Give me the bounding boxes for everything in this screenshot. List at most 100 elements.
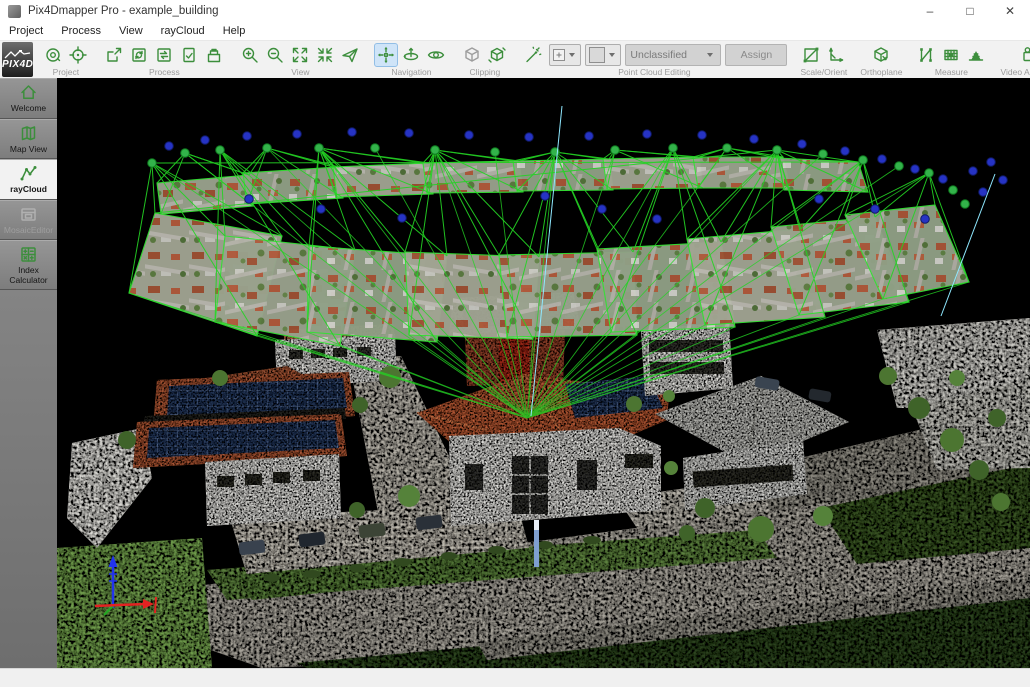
- crosshair-icon: [68, 45, 88, 65]
- menu-help[interactable]: Help: [214, 25, 255, 37]
- menu-raycloud[interactable]: rayCloud: [152, 25, 214, 37]
- sidebar-item-label: rayCloud: [10, 184, 47, 194]
- selection-mode-button[interactable]: [549, 44, 581, 66]
- toolbar-group-scale-orient: Scale/Orient: [793, 41, 854, 78]
- toolbar-group-navigation: Navigation: [368, 41, 454, 78]
- polyline-measure-button[interactable]: [914, 43, 938, 67]
- fly-view-button[interactable]: [338, 43, 362, 67]
- rematch-icon: [154, 45, 174, 65]
- eye-icon: [426, 45, 446, 65]
- classification-value: Unclassified: [630, 49, 687, 61]
- menu-project[interactable]: Project: [0, 25, 52, 37]
- swatch-icon: [589, 47, 605, 63]
- process-step2-button[interactable]: [127, 43, 151, 67]
- home-icon: [19, 83, 38, 102]
- minimize-button[interactable]: –: [910, 0, 950, 22]
- pix4d-logo: PIX4D: [2, 42, 33, 77]
- raycloud-icon: [19, 164, 38, 183]
- sidebar-item-mosaic-editor[interactable]: MosaicEditor: [0, 200, 57, 241]
- volume-measure-button[interactable]: [964, 43, 988, 67]
- sidebar-item-label: Map View: [10, 144, 47, 154]
- clip-cube-icon: [462, 45, 482, 65]
- toolbar-group-measure: Measure: [908, 41, 994, 78]
- status-bar: [0, 668, 1030, 687]
- plus-box-icon: [552, 48, 566, 62]
- group-label: Navigation: [391, 67, 431, 77]
- expand-arrows-icon: [290, 45, 310, 65]
- orthoplane-button[interactable]: [869, 43, 893, 67]
- pan-icon: [376, 45, 396, 65]
- sidebar-item-raycloud[interactable]: rayCloud: [0, 159, 57, 200]
- zoom-selection-button[interactable]: [313, 43, 337, 67]
- menu-bar: Project Process View rayCloud Help: [0, 22, 1030, 41]
- scale-button[interactable]: [799, 43, 823, 67]
- zoom-out-icon: [265, 45, 285, 65]
- raycloud-viewport[interactable]: [57, 78, 1030, 668]
- app-icon: [8, 5, 21, 18]
- video-animation-button[interactable]: [1019, 43, 1030, 67]
- quality-report-button[interactable]: [177, 43, 201, 67]
- toolbar-group-orthoplane: Orthoplane: [854, 41, 908, 78]
- toolbar-group-process: Process: [96, 41, 232, 78]
- orthoplane-cube-icon: [871, 45, 891, 65]
- logo-text: PIX4D: [2, 59, 33, 70]
- assign-button[interactable]: Assign: [725, 44, 787, 66]
- process-step1-button[interactable]: [102, 43, 126, 67]
- sidebar-item-label: Index Calculator: [9, 265, 47, 285]
- edit-clip-box-button[interactable]: [485, 43, 509, 67]
- index-calculator-icon: [19, 245, 38, 264]
- close-button[interactable]: ✕: [990, 0, 1030, 22]
- recenter-button[interactable]: [66, 43, 90, 67]
- zoom-out-button[interactable]: [263, 43, 287, 67]
- sidebar-item-label: MosaicEditor: [4, 225, 53, 235]
- chevron-down-icon: [707, 53, 713, 57]
- sidebar-item-welcome[interactable]: Welcome: [0, 78, 57, 119]
- stockpile-icon: [966, 45, 986, 65]
- map-icon: [19, 124, 38, 143]
- pan-tool-button[interactable]: [374, 43, 398, 67]
- contract-arrows-icon: [315, 45, 335, 65]
- group-label: Process: [149, 67, 180, 77]
- zoom-extents-button[interactable]: [288, 43, 312, 67]
- output-folder-button[interactable]: [202, 43, 226, 67]
- menu-view[interactable]: View: [110, 25, 152, 37]
- group-label: Project: [53, 67, 79, 77]
- group-label: View: [291, 67, 309, 77]
- toolbar-group-point-cloud-editing: Unclassified Assign Point Cloud Editing: [515, 41, 793, 78]
- project-properties-icon: [43, 45, 63, 65]
- group-label: Point Cloud Editing: [618, 67, 690, 77]
- process-step3-button[interactable]: [152, 43, 176, 67]
- sidebar-item-index-calculator[interactable]: Index Calculator: [0, 240, 57, 290]
- classification-dropdown[interactable]: Unclassified: [625, 44, 721, 66]
- toolbar-group-view: View: [232, 41, 368, 78]
- reoptimize-icon: [129, 45, 149, 65]
- app-window: Pix4Dmapper Pro - example_building – □ ✕…: [0, 0, 1030, 687]
- orbit-tool-button[interactable]: [399, 43, 423, 67]
- zoom-in-button[interactable]: [238, 43, 262, 67]
- selection-swatch-button[interactable]: [585, 44, 621, 66]
- maximize-button[interactable]: □: [950, 0, 990, 22]
- clip-box-button[interactable]: [460, 43, 484, 67]
- wand-icon: [523, 45, 543, 65]
- sidebar: Welcome Map View rayCloud MosaicEditor I…: [0, 78, 57, 668]
- group-label: Orthoplane: [860, 67, 902, 77]
- video-camera-icon: [1021, 45, 1030, 65]
- polyline-icon: [916, 45, 936, 65]
- axes-icon: [826, 45, 846, 65]
- toolbar-group-clipping: Clipping: [454, 41, 515, 78]
- sidebar-item-map-view[interactable]: Map View: [0, 119, 57, 160]
- group-label: Clipping: [470, 67, 501, 77]
- project-properties-button[interactable]: [41, 43, 65, 67]
- surface-measure-button[interactable]: [939, 43, 963, 67]
- mosaic-editor-icon: [19, 205, 38, 224]
- orient-button[interactable]: [824, 43, 848, 67]
- output-folder-icon: [204, 45, 224, 65]
- edit-densified-point-cloud-button[interactable]: [521, 43, 545, 67]
- perspective-view-button[interactable]: [424, 43, 448, 67]
- menu-process[interactable]: Process: [52, 25, 110, 37]
- toolbar-group-video-animation: Video Animation: [994, 41, 1030, 78]
- toolbar: PIX4D Project Process: [0, 41, 1030, 79]
- scale-icon: [801, 45, 821, 65]
- quality-report-icon: [179, 45, 199, 65]
- orbit-icon: [401, 45, 421, 65]
